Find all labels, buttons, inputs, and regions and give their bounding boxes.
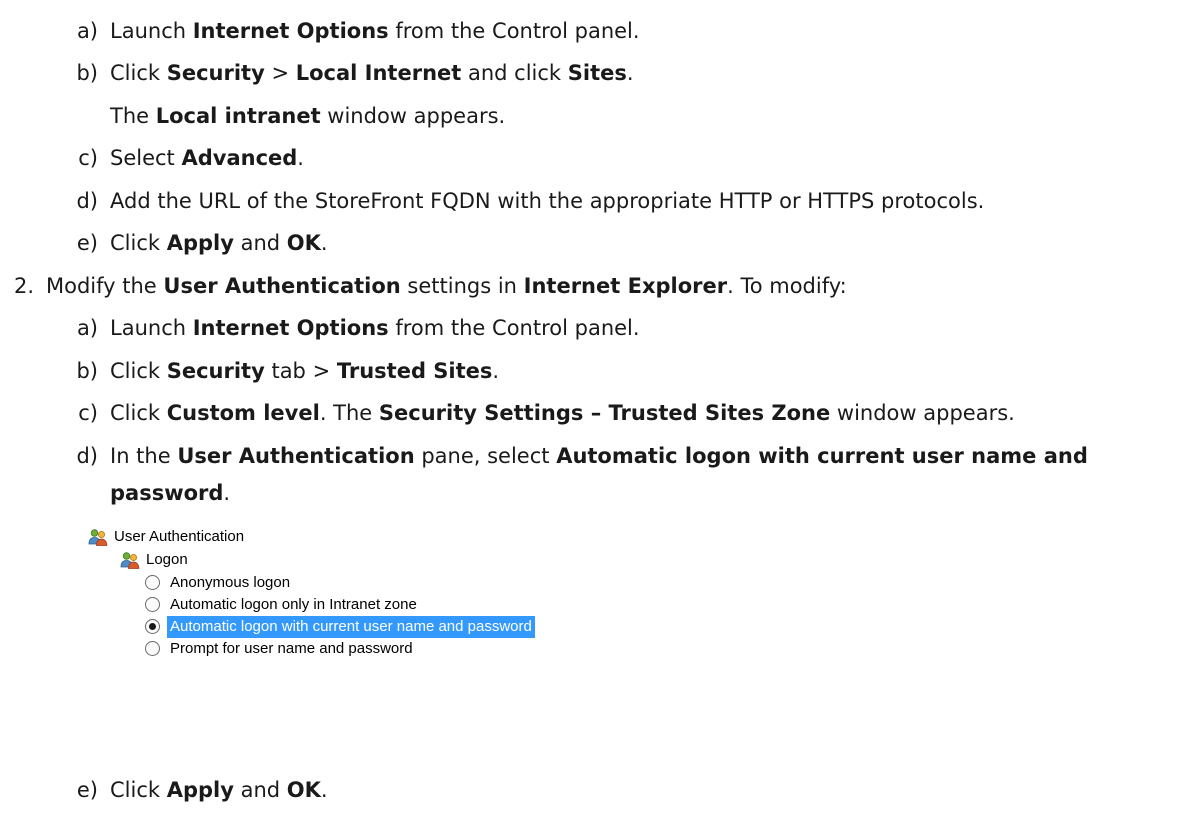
step-text: Launch Internet Options from the Control…	[110, 19, 640, 43]
user-authentication-screenshot: User Authentication Logon Anonymous logo…	[88, 526, 788, 726]
radio-button-selected[interactable]	[145, 619, 160, 634]
users-icon	[120, 552, 140, 569]
step-text: Click Security tab > Trusted Sites.	[110, 359, 500, 383]
step-text: In the User Authentication pane, select …	[110, 444, 1088, 468]
radio-button[interactable]	[145, 597, 160, 612]
step-marker: e)	[76, 778, 98, 802]
step-marker: b)	[76, 61, 98, 85]
option-label: Prompt for user name and password	[170, 640, 413, 657]
group-label: User Authentication	[114, 528, 245, 545]
step-text: password.	[110, 481, 231, 505]
step-marker: c)	[78, 146, 98, 170]
step-marker: c)	[78, 401, 98, 425]
step-text: Add the URL of the StoreFront FQDN with …	[110, 189, 985, 213]
radio-button[interactable]	[145, 641, 160, 656]
step-marker: a)	[76, 316, 98, 340]
step-marker: e)	[76, 231, 98, 255]
users-icon	[88, 529, 108, 546]
radio-button[interactable]	[145, 575, 160, 590]
step-text: Click Custom level. The Security Setting…	[110, 401, 1015, 425]
step-text: Click Apply and OK.	[110, 231, 328, 255]
step-text: Select Advanced.	[110, 146, 304, 170]
step-text: Click Security > Local Internet and clic…	[110, 61, 634, 85]
step-text: Modify the User Authentication settings …	[46, 274, 847, 298]
option-label: Automatic logon only in Intranet zone	[170, 596, 417, 613]
step-text: The Local intranet window appears.	[110, 104, 506, 128]
step-text: Click Apply and OK.	[110, 778, 328, 802]
step-marker: 2.	[13, 274, 34, 298]
step-marker: d)	[76, 444, 98, 468]
step-text: Launch Internet Options from the Control…	[110, 316, 640, 340]
step-marker: a)	[76, 19, 98, 43]
subgroup-label: Logon	[146, 551, 188, 568]
step-marker: b)	[76, 359, 98, 383]
option-label: Anonymous logon	[170, 574, 291, 591]
step-marker: d)	[76, 189, 98, 213]
option-label: Automatic logon with current user name a…	[167, 616, 535, 638]
